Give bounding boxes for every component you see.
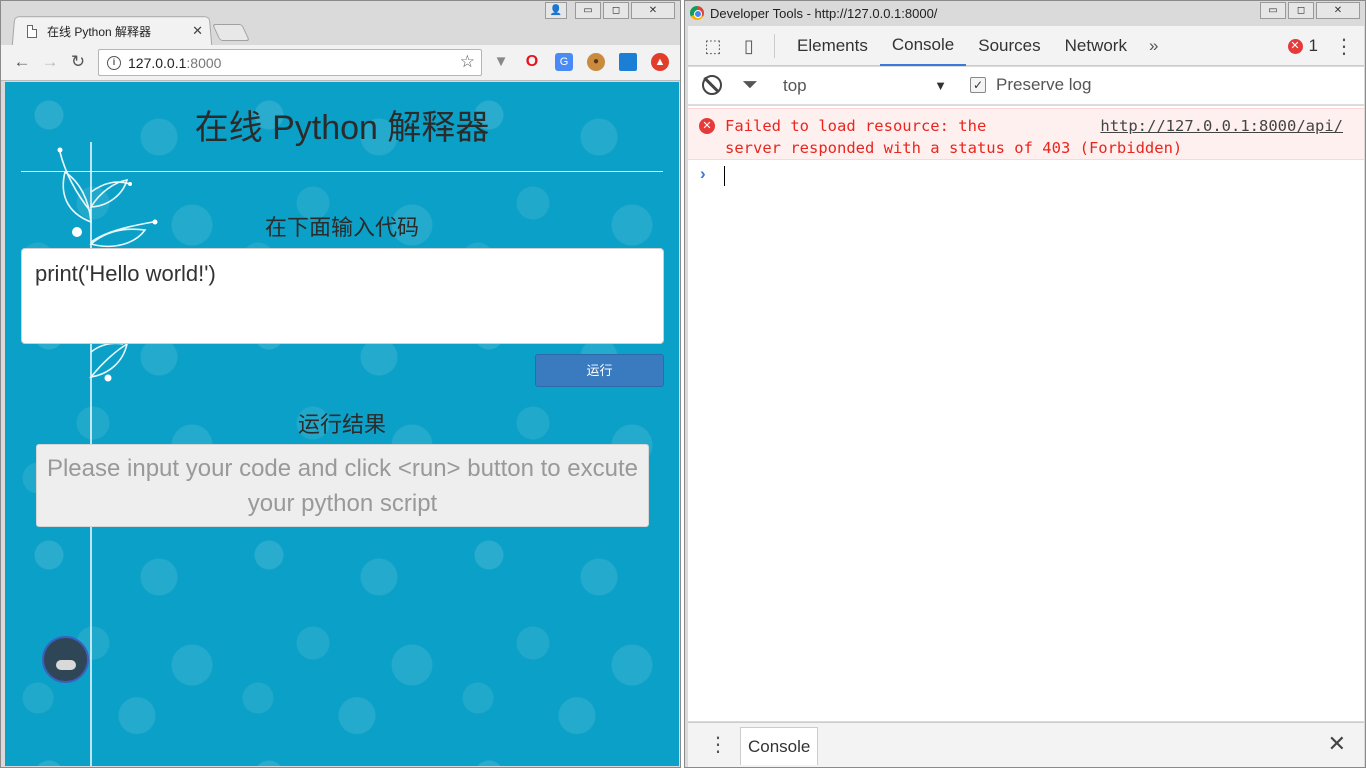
text-caret [724,166,725,186]
document-icon [27,24,37,38]
error-source-link[interactable]: http://127.0.0.1:8000/api/ [1100,117,1343,135]
filter-icon[interactable]: ⏷ [742,75,758,95]
devtools-tabs-bar: ⬚ ▯ Elements Console Sources Network » ✕… [688,26,1364,66]
toolbar-divider [774,33,775,58]
devtools-titlebar: Developer Tools - http://127.0.0.1:8000/… [685,1,1365,25]
cloud-icon [55,659,76,670]
window-icon[interactable] [619,53,637,71]
info-icon[interactable]: i [107,55,121,70]
drawer-menu-icon[interactable]: ⋮ [708,732,728,757]
console-output: ✕ Failed to load resource: the http://12… [688,106,1364,721]
browser-window: 在线 Python 解释器 ✕ 👤 ▭ ◻ ✕ ← → ↻ i 127.0.0.… [0,0,681,768]
url-host: 127.0.0.1 [128,54,187,71]
upload-icon[interactable]: ▲ [651,53,669,71]
page-viewport: 在线 Python 解释器 在下面输入代码 print('Hello world… [5,82,679,766]
preserve-log-toggle[interactable]: ✓ Preserve log [970,75,1091,95]
back-icon[interactable]: ← [11,51,33,73]
cookie-icon[interactable]: ● [587,53,605,71]
clear-console-icon[interactable] [702,75,722,95]
devtools-window-title: Developer Tools - http://127.0.0.1:8000/ [710,5,938,21]
code-editor[interactable]: print('Hello world!') [21,248,664,344]
tab-console[interactable]: Console [879,26,967,66]
maximize-button[interactable]: ◻ [603,2,629,19]
run-button[interactable]: 运行 [535,354,664,387]
new-tab-button[interactable] [212,24,250,41]
devtools-close-button[interactable]: ✕ [1316,2,1360,19]
prompt-chevron-icon: › [700,164,706,183]
drawer-close-icon[interactable]: ✕ [1328,731,1346,757]
console-error-message: ✕ Failed to load resource: the http://12… [688,108,1364,160]
address-bar[interactable]: i 127.0.0.1:8000 ☆ [98,49,482,76]
context-selector[interactable]: top ▼ [783,74,953,98]
device-toolbar-icon[interactable]: ▯ [738,35,760,57]
close-window-button[interactable]: ✕ [631,2,675,19]
window-controls: 👤 ▭ ◻ ✕ [545,2,675,19]
error-text-line2: server responded with a status of 403 (F… [725,139,1183,157]
error-count: 1 [1308,36,1318,55]
tab-title: 在线 Python 解释器 [47,24,152,39]
devtools-drawer: ⋮ Console ✕ [688,722,1364,767]
error-counter[interactable]: ✕ 1 [1287,36,1318,56]
error-badge-icon: ✕ [1287,38,1303,54]
tab-close-icon[interactable]: ✕ [188,23,207,39]
title-divider [21,171,663,172]
devtools-window: Developer Tools - http://127.0.0.1:8000/… [684,0,1366,768]
tab-sources[interactable]: Sources [966,26,1052,66]
tab-elements[interactable]: Elements [785,26,880,66]
result-heading: 运行结果 [297,412,386,437]
tab-strip: 在线 Python 解释器 ✕ 👤 ▭ ◻ ✕ [1,1,680,47]
floating-assistant-button[interactable] [42,636,89,683]
browser-tab-content[interactable]: 在线 Python 解释器 ✕ [27,18,207,44]
context-value: top [783,76,807,95]
translate-icon[interactable]: G [555,53,573,71]
devtools-menu-icon[interactable]: ⋮ [1334,34,1354,59]
preserve-log-checkbox[interactable]: ✓ [970,77,986,93]
devtools-minimize-button[interactable]: ▭ [1260,2,1286,19]
result-output: Please input your code and click <run> b… [36,444,649,527]
preserve-log-label: Preserve log [996,75,1092,94]
drawer-tab-console[interactable]: Console [740,727,819,765]
console-prompt[interactable]: › [688,164,1364,188]
reload-icon[interactable]: ↻ [67,51,89,73]
error-text-line1: Failed to load resource: the [725,117,987,135]
page-title: 在线 Python 解释器 [194,109,490,147]
devtools-maximize-button[interactable]: ◻ [1288,2,1314,19]
tab-network[interactable]: Network [1053,26,1139,66]
opera-icon[interactable]: O [523,53,541,71]
forward-icon[interactable]: → [39,51,61,73]
v-extension-icon[interactable]: ▼ [492,53,510,71]
inspect-element-icon[interactable]: ⬚ [702,35,724,57]
url-port: :8000 [186,54,222,71]
minimize-button[interactable]: ▭ [575,2,601,19]
console-filter-bar: ⏷ top ▼ ✓ Preserve log [688,67,1364,105]
bookmark-star-icon[interactable]: ☆ [460,52,475,72]
browser-toolbar: ← → ↻ i 127.0.0.1:8000 ☆ ▼ O G ● ▲ [1,45,680,81]
more-tabs-icon[interactable]: » [1139,36,1168,56]
user-profile-button[interactable]: 👤 [545,2,567,19]
dropdown-arrow-icon: ▼ [934,78,947,93]
chrome-logo-icon [690,6,704,20]
error-icon: ✕ [699,118,715,134]
code-input-heading: 在下面输入代码 [264,215,419,240]
devtools-window-controls: ▭ ◻ ✕ [1260,2,1360,19]
